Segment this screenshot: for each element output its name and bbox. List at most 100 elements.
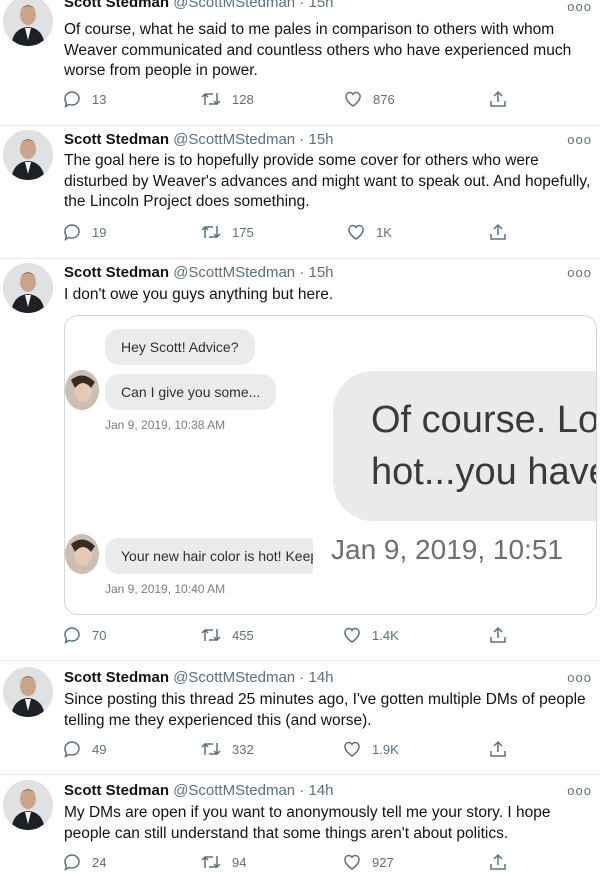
retweet-icon: [201, 855, 221, 869]
share-icon: [490, 626, 506, 643]
reply-count: 49: [92, 741, 107, 757]
like-count: 927: [372, 854, 394, 870]
tweet-actions: 13 128 876: [62, 88, 512, 110]
reply-icon: [64, 854, 80, 872]
heart-icon: [344, 627, 360, 643]
tweet-text: Of course, what he said to me pales in c…: [64, 21, 572, 79]
like-button[interactable]: 876: [343, 88, 395, 110]
dm-bubble: Can I give you some...: [105, 374, 277, 410]
retweet-button[interactable]: 175: [200, 221, 254, 243]
dm-reply-bubble: [333, 371, 596, 521]
reply-icon: [64, 91, 80, 109]
share-button[interactable]: [488, 624, 508, 646]
dm-bubble: Your new hair color is hot! Keep: [105, 538, 313, 574]
like-button[interactable]: 1K: [346, 221, 392, 243]
avatar[interactable]: [3, 780, 53, 830]
retweet-icon: [201, 628, 221, 642]
tweet-text: My DMs are open if you want to anonymous…: [64, 804, 551, 842]
divider: [0, 660, 600, 661]
retweet-count: 175: [232, 224, 254, 240]
author-name[interactable]: Scott Stedman: [64, 782, 169, 799]
dm-avatar: [65, 534, 99, 574]
share-button[interactable]: [488, 738, 508, 760]
author-handle[interactable]: @ScottMStedman: [173, 0, 295, 11]
tweet-actions: 19 175 1K: [62, 221, 512, 243]
tweet-actions: 70 455 1.4K: [62, 624, 512, 646]
tweet-text: Since posting this thread 25 minutes ago…: [64, 691, 586, 729]
tweet-time[interactable]: · 14h: [299, 669, 333, 686]
like-count: 1.9K: [372, 741, 399, 757]
reply-icon: [64, 224, 80, 242]
author-name[interactable]: Scott Stedman: [64, 0, 169, 11]
reply-count: 70: [92, 627, 107, 643]
retweet-button[interactable]: 332: [200, 738, 254, 760]
retweet-icon: [201, 225, 221, 239]
author-handle[interactable]: @ScottMStedman: [173, 264, 295, 281]
dm-avatar: [65, 370, 99, 410]
reply-icon: [64, 741, 80, 759]
tweet-time[interactable]: · 15h: [299, 0, 333, 11]
reply-count: 13: [92, 91, 107, 107]
like-button[interactable]: 1.9K: [342, 738, 399, 760]
reply-button[interactable]: 19: [62, 221, 106, 243]
tweet-time[interactable]: · 15h: [299, 264, 333, 281]
author-handle[interactable]: @ScottMStedman: [173, 669, 295, 686]
avatar[interactable]: [3, 130, 53, 180]
like-count: 876: [373, 91, 395, 107]
tweet-actions: 49 332 1.9K: [62, 738, 512, 760]
author-handle[interactable]: @ScottMStedman: [173, 131, 295, 148]
share-button[interactable]: [488, 221, 508, 243]
share-icon: [490, 223, 506, 240]
avatar[interactable]: [3, 0, 53, 46]
divider: [0, 258, 600, 259]
tweet-time[interactable]: · 14h: [299, 782, 333, 799]
heart-icon: [344, 854, 360, 870]
share-button[interactable]: [488, 88, 508, 110]
retweet-icon: [201, 742, 221, 756]
reply-button[interactable]: 49: [62, 738, 106, 760]
reply-count: 19: [92, 224, 107, 240]
avatar[interactable]: [3, 667, 53, 717]
tweet-text: The goal here is to hopefully provide so…: [64, 152, 591, 210]
more-options-icon[interactable]: ooo: [567, 133, 592, 146]
like-count: 1K: [376, 224, 392, 240]
author-name[interactable]: Scott Stedman: [64, 669, 169, 686]
reply-button[interactable]: 13: [62, 88, 106, 110]
author-name[interactable]: Scott Stedman: [64, 264, 169, 281]
reply-button[interactable]: 70: [62, 624, 106, 646]
dm-timestamp: Jan 9, 2019, 10:38 AM: [105, 418, 226, 432]
like-count: 1.4K: [372, 627, 399, 643]
share-icon: [490, 740, 506, 757]
more-options-icon[interactable]: ooo: [567, 0, 592, 13]
dm-large-timestamp: Jan 9, 2019, 10:51: [331, 534, 563, 565]
retweet-count: 94: [232, 854, 247, 870]
share-icon: [490, 853, 506, 870]
heart-icon: [344, 741, 360, 757]
dm-timestamp: Jan 9, 2019, 10:40 AM: [105, 582, 226, 596]
dm-reply-text: hot...you have: [371, 451, 597, 493]
heart-icon: [348, 224, 364, 240]
tweet-text: I don't owe you guys anything but here.: [64, 286, 334, 303]
divider: [0, 774, 600, 775]
heart-icon: [345, 91, 361, 107]
retweet-icon: [201, 92, 221, 106]
dm-reply-text: Of course. Lo: [371, 399, 597, 441]
share-icon: [490, 90, 506, 107]
dm-screenshot-image[interactable]: Hey Scott! Advice? Can I give you some..…: [64, 315, 597, 615]
author-name[interactable]: Scott Stedman: [64, 131, 169, 148]
reply-icon: [64, 627, 80, 645]
retweet-count: 332: [232, 741, 254, 757]
dm-bubble: Hey Scott! Advice?: [105, 329, 255, 365]
retweet-button[interactable]: 455: [200, 624, 254, 646]
reply-count: 24: [92, 854, 107, 870]
more-options-icon[interactable]: ooo: [567, 671, 592, 684]
more-options-icon[interactable]: ooo: [567, 266, 592, 279]
tweet-time[interactable]: · 15h: [299, 131, 333, 148]
like-button[interactable]: 1.4K: [342, 624, 399, 646]
divider: [0, 125, 600, 126]
retweet-button[interactable]: 128: [200, 88, 254, 110]
retweet-count: 455: [232, 627, 254, 643]
more-options-icon[interactable]: ooo: [567, 784, 592, 797]
author-handle[interactable]: @ScottMStedman: [173, 782, 295, 799]
avatar[interactable]: [3, 263, 53, 313]
